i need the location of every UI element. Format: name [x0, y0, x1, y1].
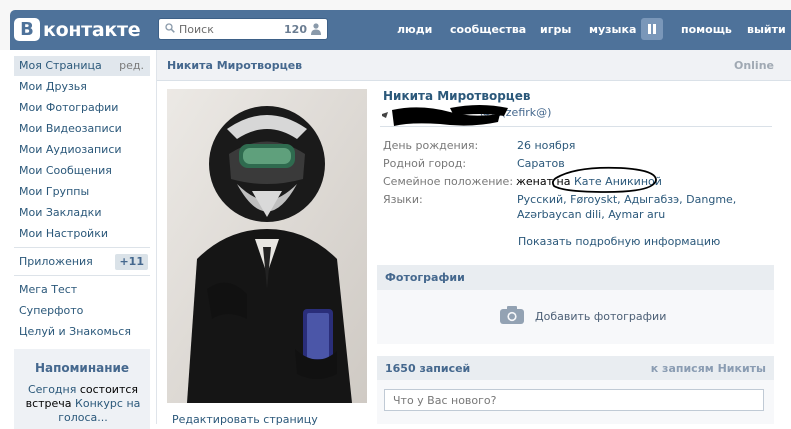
profile-photo[interactable] — [167, 89, 367, 403]
photos-title: Фотографии — [385, 271, 465, 284]
nav-logout[interactable]: выйти — [747, 23, 786, 36]
sidebar-app-item[interactable]: Целуй и Знакомься — [14, 322, 150, 342]
field-label: Языки: — [383, 193, 423, 206]
page-title: Никита Миротворцев — [167, 59, 303, 72]
sidebar-item-label: Приложения — [19, 255, 93, 268]
sidebar-item-label: Целуй и Знакомься — [19, 325, 131, 338]
wall-count: 1650 записей — [385, 362, 471, 375]
field-label: День рождения: — [383, 139, 479, 152]
logo-letter: В — [14, 18, 40, 41]
sidebar-item-label: Мои Аудиозаписи — [19, 143, 122, 156]
birthday-link[interactable]: 26 ноября — [517, 138, 575, 153]
music-pause-button[interactable] — [641, 18, 663, 40]
languages-line[interactable]: Русский, Føroyskt, Адыгабзэ, Dangme, — [517, 192, 736, 207]
divider — [380, 126, 772, 127]
sidebar-item-videos[interactable]: Мои Видеозаписи — [14, 119, 150, 139]
field-label: Семейное положение: — [383, 175, 514, 188]
show-more-info-link[interactable]: Показать подробную информацию — [518, 235, 720, 248]
nav-games[interactable]: игры — [540, 23, 571, 36]
sidebar-item-messages[interactable]: Мои Сообщения — [14, 161, 150, 181]
vk-logo[interactable]: В контакте — [14, 18, 141, 41]
sidebar-item-photos[interactable]: Мои Фотографии — [14, 98, 150, 118]
sidebar-item-groups[interactable]: Мои Группы — [14, 182, 150, 202]
camera-icon[interactable] — [500, 306, 524, 324]
wall-header[interactable]: 1650 записей к записям Никиты — [377, 356, 774, 381]
profile-header: Никита Миротворцев Online — [157, 50, 791, 81]
field-label: Родной город: — [383, 157, 467, 170]
sidebar-item-label: Мега Тест — [19, 283, 78, 296]
edit-profile-link[interactable]: Редактировать страницу — [172, 413, 318, 426]
sidebar-item-settings[interactable]: Мои Настройки — [14, 224, 150, 244]
online-status: Online — [733, 59, 774, 72]
reminder-link[interactable]: Сегодня — [28, 383, 76, 396]
sidebar-item-label: Мои Настройки — [19, 227, 108, 240]
profile-name: Никита Миротворцев — [383, 89, 531, 103]
wall-post-input[interactable]: Что у Вас нового? — [384, 389, 764, 411]
add-photos-link[interactable]: Добавить фотографии — [535, 310, 666, 323]
nav-people[interactable]: люди — [397, 23, 432, 36]
search-icon — [165, 23, 175, 33]
sidebar-app-item[interactable]: Мега Тест — [14, 280, 150, 300]
nav-communities[interactable]: сообщества — [450, 23, 526, 36]
apps-count-badge: +11 — [115, 254, 148, 270]
nav-music[interactable]: музыка — [589, 23, 636, 36]
pause-icon — [648, 24, 651, 34]
wall-post-placeholder: Что у Вас нового? — [393, 394, 497, 407]
reminder-event-link[interactable]: Конкурс на — [75, 397, 140, 410]
logo-text: контакте — [43, 18, 141, 41]
person-icon — [311, 23, 321, 35]
sidebar-item-friends[interactable]: Мои Друзья — [14, 77, 150, 97]
menu-divider — [14, 275, 150, 276]
menu-divider — [14, 247, 150, 248]
sidebar-item-label: Мои Закладки — [19, 206, 102, 219]
sidebar-item-label: Мои Друзья — [19, 80, 87, 93]
edit-link[interactable]: ред. — [119, 56, 144, 76]
sidebar-item-label: Мои Группы — [19, 185, 90, 198]
sidebar-item-label: Суперфото — [19, 304, 84, 317]
sidebar-item-label: Моя Страница — [19, 59, 102, 72]
reminder-box: Напоминание Сегодня состоится встреча Ко… — [14, 349, 150, 429]
sidebar-item-label: Мои Фотографии — [19, 101, 119, 114]
photos-header[interactable]: Фотографии — [377, 265, 774, 290]
photo-image — [167, 89, 367, 403]
sidebar-item-bookmarks[interactable]: Мои Закладки — [14, 203, 150, 223]
to-posts-link[interactable]: к записям Никиты — [651, 362, 766, 375]
reminder-text: Сегодня состоится встреча Конкурс на гол… — [25, 383, 141, 424]
languages-line[interactable]: Azərbaycan dili, Aymar aru — [517, 207, 665, 222]
sidebar-item-apps[interactable]: Приложения +11 — [14, 252, 150, 272]
sidebar-app-item[interactable]: Суперфото — [14, 301, 150, 321]
search-placeholder: Поиск — [179, 23, 214, 36]
sidebar-item-my-page[interactable]: Моя Страница ред. — [14, 56, 150, 76]
sidebar-item-label: Мои Видеозаписи — [19, 122, 122, 135]
search-count: 120 — [284, 23, 307, 36]
photos-body: Добавить фотографии — [377, 290, 774, 344]
sidebar-item-label: Мои Сообщения — [19, 164, 112, 177]
nav-help[interactable]: помощь — [681, 23, 732, 36]
search-input[interactable]: Поиск 120 — [158, 18, 328, 40]
reminder-title: Напоминание — [34, 361, 130, 375]
sidebar-item-audio[interactable]: Мои Аудиозаписи — [14, 140, 150, 160]
